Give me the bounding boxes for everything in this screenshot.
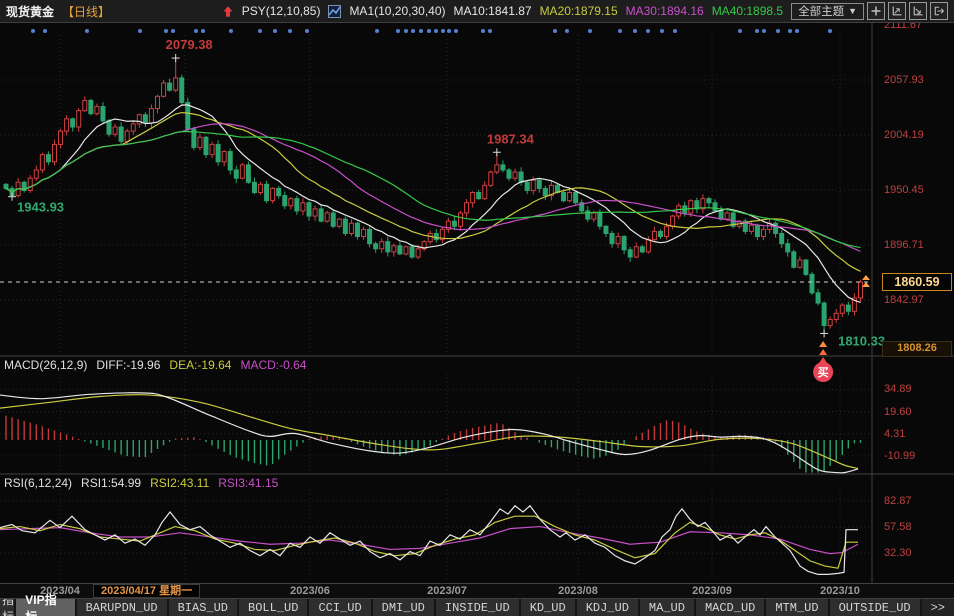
rsi-axis-tick: 82.87 xyxy=(884,495,950,507)
rsi2-value: RSI2:43.11 xyxy=(150,476,209,490)
tab-cci_ud[interactable]: CCI_UD xyxy=(309,599,372,616)
price-axis-tick: 2057.93 xyxy=(884,74,950,86)
scale-right-icon[interactable] xyxy=(909,2,927,20)
macd-name: MACD(26,12,9) xyxy=(4,358,87,372)
rsi-axis-tick: 32.30 xyxy=(884,547,950,559)
price-arrow-icon xyxy=(862,275,870,280)
timeframe-label: 【日线】 xyxy=(62,3,110,20)
price-axis-tick: 1842.97 xyxy=(884,294,950,306)
tab-boll_ud[interactable]: BOLL_UD xyxy=(239,599,309,616)
chevron-down-icon: ▼ xyxy=(848,6,857,16)
ma20-line xyxy=(6,113,860,272)
tab-barupdn_ud[interactable]: BARUPDN_UD xyxy=(77,599,169,616)
price-mark: 1987.34 xyxy=(487,131,535,156)
rsi-axis-tick: 57.58 xyxy=(884,521,950,533)
tab-kdj_ud[interactable]: KDJ_UD xyxy=(577,599,640,616)
axis-bottom-price-label: 1808.26 xyxy=(882,341,952,357)
tab-ma_ud[interactable]: MA_UD xyxy=(640,599,696,616)
scale-left-icon[interactable] xyxy=(888,2,906,20)
price-axis-tick: 1896.71 xyxy=(884,239,950,251)
current-price-box: 1860.59 xyxy=(882,273,952,291)
gridlines xyxy=(0,35,872,581)
price-arrow-icon xyxy=(862,282,870,287)
svg-text:1987.34: 1987.34 xyxy=(487,131,535,146)
svg-text:1810.33: 1810.33 xyxy=(838,333,885,348)
theme-dropdown-label: 全部主题 xyxy=(798,3,844,19)
macd-dea-line xyxy=(0,395,858,469)
buy-signal-badge: 买 xyxy=(813,341,833,382)
macd-dea-value: DEA:-19.64 xyxy=(169,358,231,372)
svg-text:1943.93: 1943.93 xyxy=(17,200,64,215)
symbol-name: 现货黄金 xyxy=(6,3,54,20)
macd-diff-value: DIFF:-19.96 xyxy=(96,358,160,372)
price-mark: 2079.38 xyxy=(166,37,213,62)
psy-indicator-label: PSY(12,10,85) xyxy=(242,4,321,18)
x-axis-label: 2023/07 xyxy=(427,585,467,597)
ma-group-label: MA1(10,20,30,40) xyxy=(349,4,445,18)
tab-inside_ud[interactable]: INSIDE_UD xyxy=(436,599,521,616)
rsi1-value: RSI1:54.99 xyxy=(81,476,141,490)
macd-indicator-label: MACD(26,12,9) DIFF:-19.96 DEA:-19.64 MAC… xyxy=(4,358,306,372)
svg-text:买: 买 xyxy=(818,366,829,379)
chart-canvas[interactable]: 1943.93 2079.38 1987.34 1810.33 买 xyxy=(0,0,954,616)
tab-macd_ud[interactable]: MACD_UD xyxy=(696,599,766,616)
macd-diff-line xyxy=(0,393,858,473)
macd-axis-tick: 19.60 xyxy=(884,406,950,418)
tab-dmi_ud[interactable]: DMI_UD xyxy=(373,599,436,616)
x-axis-label: 2023/09 xyxy=(692,585,732,597)
x-axis-label: 2023/10 xyxy=(820,585,860,597)
macd-axis-tick: 34.89 xyxy=(884,383,950,395)
ma40-value: MA40:1898.5 xyxy=(712,4,783,18)
tab-指标[interactable]: 指标 xyxy=(0,599,16,616)
price-mark: 1810.33 xyxy=(820,329,885,348)
x-axis-band: 2023/042023/062023/072023/082023/092023/… xyxy=(0,583,954,599)
rsi-indicator-label: RSI(6,12,24) RSI1:54.99 RSI2:43.11 RSI3:… xyxy=(4,476,278,490)
rsi3-value: RSI3:41.15 xyxy=(218,476,278,490)
macd-axis-tick: -10.99 xyxy=(884,450,950,462)
pop-out-icon[interactable] xyxy=(930,2,948,20)
header-toolbar: 全部主题 ▼ xyxy=(791,2,948,20)
up-arrow-icon xyxy=(222,5,234,18)
tab-outside_ud[interactable]: OUTSIDE_UD xyxy=(830,599,922,616)
price-axis-tick: 1950.45 xyxy=(884,184,950,196)
trading-chart-window: 现货黄金 【日线】 PSY(12,10,85) MA1(10,20,30,40)… xyxy=(0,0,954,616)
chart-header: 现货黄金 【日线】 PSY(12,10,85) MA1(10,20,30,40)… xyxy=(0,0,954,23)
macd-bar-value: MACD:-0.64 xyxy=(240,358,306,372)
theme-dropdown[interactable]: 全部主题 ▼ xyxy=(791,3,864,20)
tabs-more-button[interactable]: >> xyxy=(922,599,954,616)
ma30-value: MA30:1894.16 xyxy=(626,4,704,18)
candlesticks xyxy=(4,58,862,333)
svg-text:2079.38: 2079.38 xyxy=(166,37,213,52)
x-axis-label: 2023/08 xyxy=(558,585,598,597)
rsi-name: RSI(6,12,24) xyxy=(4,476,72,490)
event-dots xyxy=(31,29,832,33)
macd-axis-tick: 4.31 xyxy=(884,428,950,440)
ma10-value: MA10:1841.87 xyxy=(454,4,532,18)
ma20-value: MA20:1879.15 xyxy=(540,4,618,18)
tab-mtm_ud[interactable]: MTM_UD xyxy=(766,599,829,616)
tab-vip指标[interactable]: VIP指标 xyxy=(16,599,76,616)
price-axis-tick: 2004.19 xyxy=(884,129,950,141)
x-axis-label: 2023/06 xyxy=(290,585,330,597)
pan-icon[interactable] xyxy=(867,2,885,20)
indicator-chart-icon xyxy=(328,5,341,18)
tab-kd_ud[interactable]: KD_UD xyxy=(521,599,577,616)
tab-bias_ud[interactable]: BIAS_UD xyxy=(169,599,239,616)
indicator-tab-bar: 指标VIP指标BARUPDN_UDBIAS_UDBOLL_UDCCI_UDDMI… xyxy=(0,598,954,616)
macd-histogram xyxy=(6,416,860,473)
selected-date-box: 2023/04/17 星期一 xyxy=(93,584,200,598)
